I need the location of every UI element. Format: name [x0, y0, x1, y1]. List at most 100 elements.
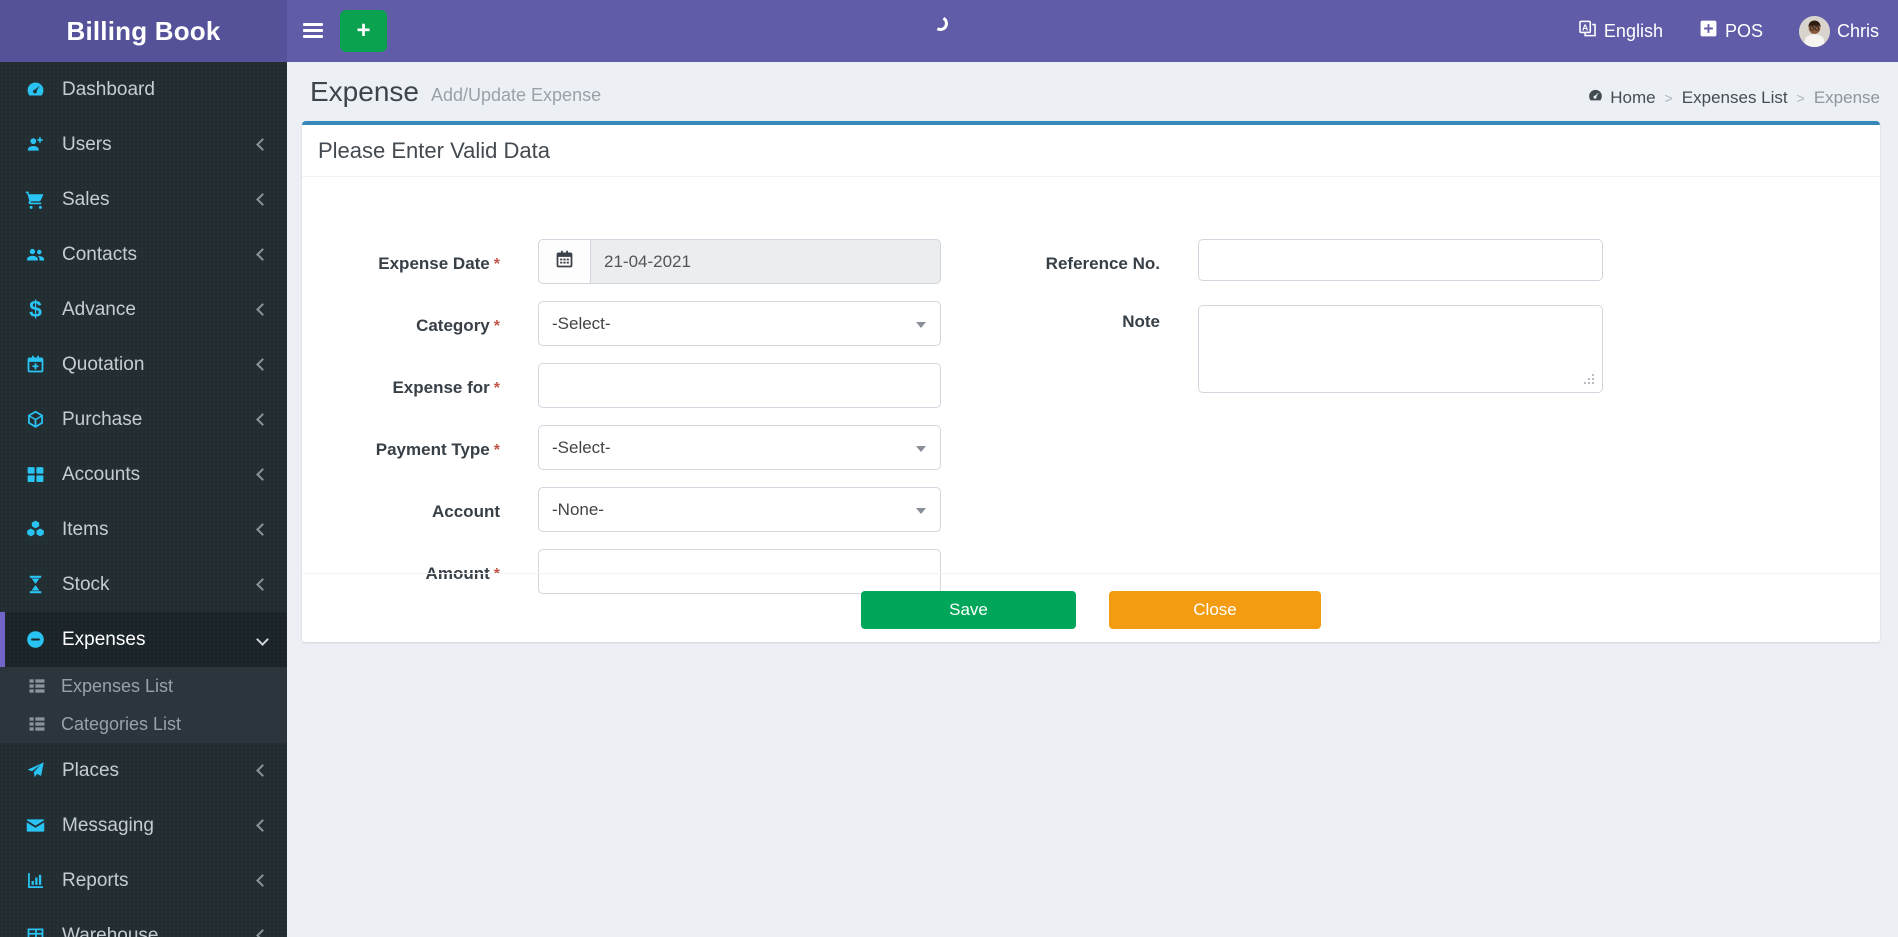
breadcrumb-expenses-list-link[interactable]: Expenses List — [1682, 88, 1788, 108]
brand-logo[interactable]: Billing Book — [0, 0, 287, 62]
calendar-icon — [554, 249, 575, 275]
sidebar-item-label: Messaging — [62, 814, 154, 836]
caret-down-icon — [916, 507, 926, 514]
required-marker: * — [493, 256, 500, 273]
loading-spinner-icon — [931, 14, 950, 33]
required-marker: * — [493, 442, 500, 459]
main-content: Expense Add/Update Expense Home > Expens… — [287, 62, 1898, 937]
note-textarea[interactable] — [1198, 305, 1603, 393]
account-label: Account — [432, 502, 500, 521]
sidebar-nav: Dashboard Users Sales Contacts $ Advance… — [0, 62, 287, 937]
paper-plane-icon — [22, 760, 49, 781]
chevron-left-icon — [256, 819, 269, 832]
sidebar-item-advance[interactable]: $ Advance — [0, 282, 287, 337]
sidebar-item-dashboard[interactable]: Dashboard — [0, 62, 287, 117]
shopping-cart-icon — [22, 189, 49, 210]
note-label: Note — [1122, 312, 1160, 331]
breadcrumb-separator: > — [1664, 90, 1673, 106]
save-button[interactable]: Save — [861, 591, 1076, 629]
sidebar-item-messaging[interactable]: Messaging — [0, 798, 287, 853]
payment-type-select[interactable]: -Select- — [538, 425, 941, 470]
sidebar-item-label: Accounts — [62, 463, 141, 485]
sidebar-item-label: Categories List — [61, 713, 182, 734]
sidebar-item-quotation[interactable]: Quotation — [0, 337, 287, 392]
sidebar-item-label: Items — [62, 518, 109, 540]
payment-type-label: Payment Type * — [375, 440, 500, 459]
user-name-label: Chris — [1836, 20, 1879, 41]
breadcrumb-current: Expense — [1813, 88, 1880, 107]
sidebar-item-label: Quotation — [62, 353, 145, 375]
chevron-left-icon — [256, 929, 269, 937]
hamburger-menu-icon[interactable] — [303, 23, 323, 39]
category-select[interactable]: -Select- — [538, 301, 941, 346]
expense-for-input[interactable] — [538, 363, 941, 408]
expense-date-input[interactable] — [590, 239, 941, 284]
caret-down-icon — [916, 321, 926, 328]
sidebar-item-label: Dashboard — [62, 78, 155, 100]
page-title: Expense — [310, 76, 419, 107]
sidebar-item-purchase[interactable]: Purchase — [0, 392, 287, 447]
required-marker: * — [493, 318, 500, 335]
card-footer: Save Close — [302, 573, 1880, 646]
sidebar-item-label: Advance — [62, 298, 136, 320]
page-subtitle: Add/Update Expense — [430, 85, 602, 105]
sidebar-item-accounts[interactable]: Accounts — [0, 447, 287, 502]
pos-label: POS — [1724, 20, 1763, 41]
chevron-left-icon — [256, 138, 269, 151]
sidebar-item-label: Users — [62, 133, 112, 155]
language-menu[interactable]: A English — [1578, 19, 1663, 43]
chevron-left-icon — [256, 468, 269, 481]
sidebar-item-label: Purchase — [62, 408, 143, 430]
sidebar-item-label: Warehouse — [62, 924, 159, 937]
cube-icon — [22, 409, 49, 430]
caret-down-icon — [916, 445, 926, 452]
breadcrumb: Home > Expenses List > Expense — [1587, 87, 1880, 109]
expense-form-card: Please Enter Valid Data Expense Date * 2… — [302, 121, 1880, 642]
sidebar-item-categories-list[interactable]: Categories List — [0, 705, 287, 743]
expenses-submenu: Expenses List Categories List — [0, 667, 287, 743]
user-menu[interactable]: Chris — [1798, 15, 1879, 47]
sidebar-item-items[interactable]: Items — [0, 502, 287, 557]
chevron-left-icon — [256, 303, 269, 316]
sidebar-item-expenses[interactable]: Expenses — [0, 612, 287, 667]
quick-add-button[interactable]: + — [340, 10, 387, 52]
reference-no-label: Reference No. — [1045, 254, 1160, 273]
close-button[interactable]: Close — [1109, 591, 1321, 629]
breadcrumb-home-link[interactable]: Home — [1587, 87, 1656, 109]
th-list-icon — [25, 676, 49, 696]
tachometer-icon — [22, 79, 49, 100]
calendar-plus-icon — [22, 354, 49, 375]
user-avatar — [1798, 15, 1830, 47]
sidebar-item-stock[interactable]: Stock — [0, 557, 287, 612]
sidebar-item-warehouse[interactable]: Warehouse — [0, 908, 287, 937]
chevron-left-icon — [256, 764, 269, 777]
sidebar-item-label: Contacts — [62, 243, 137, 265]
language-label: English — [1603, 20, 1663, 41]
sidebar-item-users[interactable]: Users — [0, 117, 287, 172]
home-dashboard-icon — [1587, 87, 1604, 109]
pos-menu[interactable]: POS — [1699, 19, 1763, 43]
table-icon — [22, 925, 49, 937]
dollar-icon: $ — [29, 296, 42, 322]
category-label: Category * — [416, 316, 500, 335]
users-group-icon — [22, 244, 49, 265]
account-select[interactable]: -None- — [538, 487, 941, 532]
sidebar-item-expenses-list[interactable]: Expenses List — [0, 667, 287, 705]
chevron-left-icon — [256, 523, 269, 536]
chevron-left-icon — [256, 874, 269, 887]
required-marker: * — [493, 380, 500, 397]
textarea-resize-grip[interactable] — [1592, 382, 1594, 384]
plus-icon: + — [356, 17, 371, 44]
breadcrumb-separator: > — [1796, 90, 1805, 106]
sidebar-item-reports[interactable]: Reports — [0, 853, 287, 908]
reference-no-input[interactable] — [1198, 239, 1603, 281]
plus-square-icon — [1699, 19, 1718, 43]
user-plus-icon — [22, 134, 49, 155]
sidebar-item-contacts[interactable]: Contacts — [0, 227, 287, 282]
calendar-addon[interactable] — [538, 239, 590, 284]
bar-chart-icon — [22, 870, 49, 891]
sidebar-item-places[interactable]: Places — [0, 743, 287, 798]
sidebar-item-sales[interactable]: Sales — [0, 172, 287, 227]
svg-text:A: A — [1582, 22, 1589, 32]
sidebar-item-label: Expenses List — [61, 675, 174, 696]
